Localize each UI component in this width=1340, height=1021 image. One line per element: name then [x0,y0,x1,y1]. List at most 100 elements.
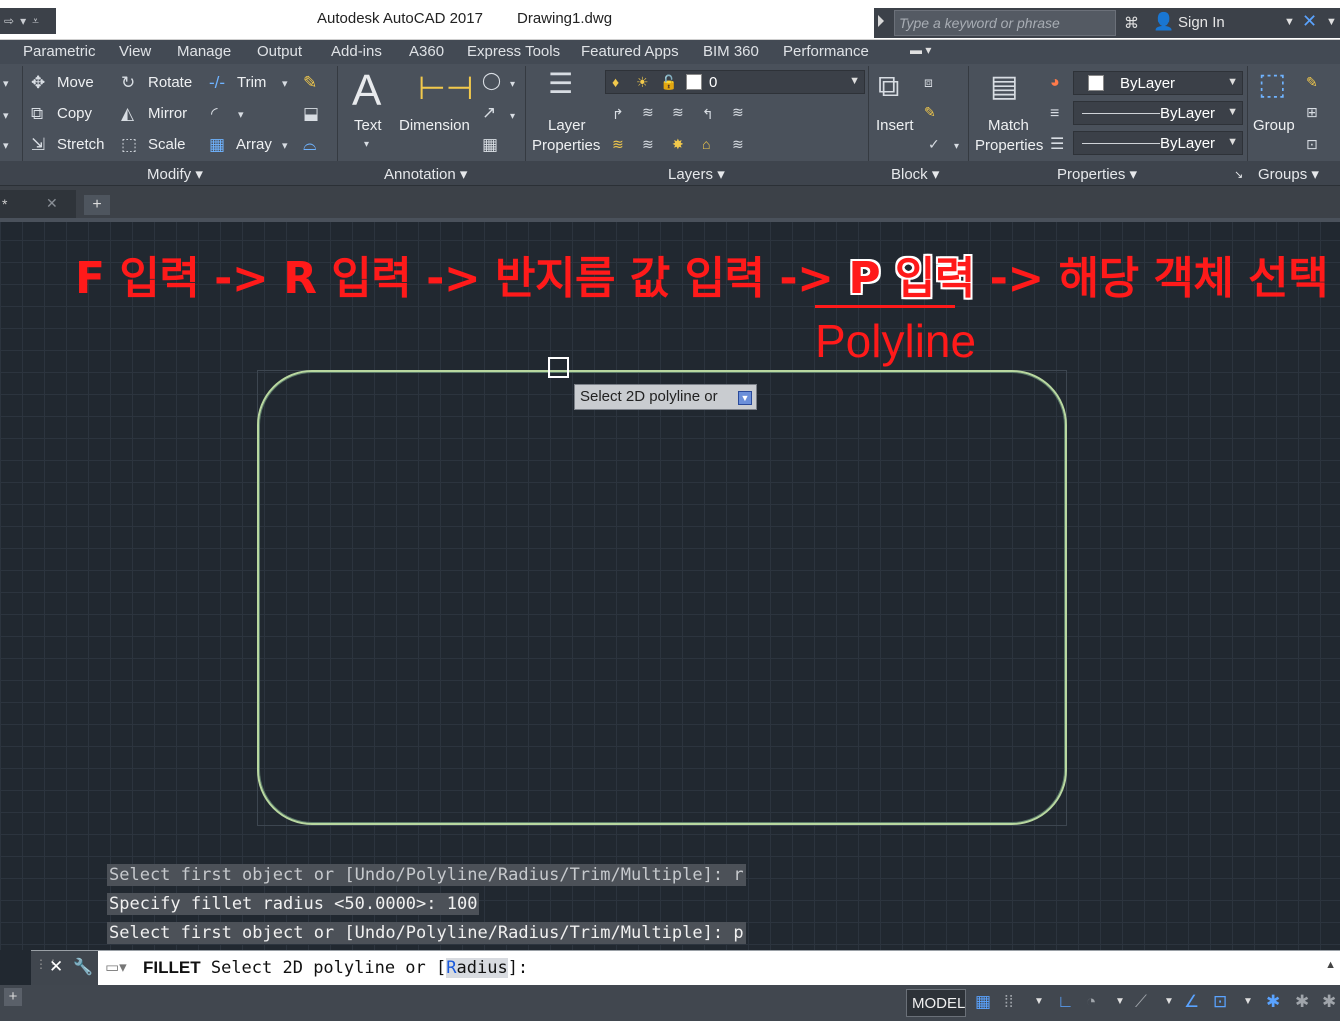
layer-properties-label-2[interactable]: Properties [532,137,600,154]
annotation-visibility-icon[interactable]: ✱ [1266,992,1280,1012]
ribbon-options-icon[interactable]: ▬ ▾ [910,43,931,57]
binoculars-icon[interactable]: ⌘ [1124,14,1139,32]
lightbulb-icon[interactable]: ♦ [612,74,619,91]
chevron-down-icon[interactable]: ▾ [510,76,515,93]
annotation-scale-icon[interactable]: ✱ [1322,992,1336,1012]
auto-scale-icon[interactable]: ✱ [1295,992,1309,1012]
grid-icon[interactable]: ▦ [975,992,991,1012]
command-prompt[interactable]: FILLET Select 2D polyline or [Radius]: [143,958,528,978]
tab-add-ins[interactable]: Add-ins [331,43,382,60]
dialog-launcher-icon[interactable]: ↘ [1234,168,1243,181]
tab-bim360[interactable]: BIM 360 [703,43,759,60]
scale-button[interactable]: Scale [148,136,186,153]
search-input[interactable]: Type a keyword or phrase [894,10,1116,36]
chevron-up-icon[interactable]: ▲ [1325,959,1336,971]
tab-a360[interactable]: A360 [409,43,444,60]
chevron-down-icon[interactable]: ▼ [1227,106,1238,118]
insert-block-icon[interactable]: ⧉ [878,72,899,102]
chevron-down-icon[interactable]: ▼ [1227,76,1238,88]
trim-icon[interactable]: -/- [209,74,225,91]
chevron-down-icon[interactable]: ▼ [1284,16,1295,28]
panel-title-modify[interactable]: Modify ▾ [147,165,203,183]
new-tab-button[interactable]: + [84,195,110,215]
chevron-down-icon[interactable]: ▾ [20,14,26,28]
tab-parametric[interactable]: Parametric [23,43,96,60]
text-button[interactable]: Text [354,117,382,134]
create-block-icon[interactable]: ⧈ [924,74,933,91]
layer-tool-icon[interactable]: ↱ [612,106,624,123]
file-tab-drawing1[interactable]: * ✕ [0,190,76,218]
layer-tool-icon[interactable]: ↰ [702,106,714,123]
collapse-search-icon[interactable] [878,15,884,27]
chevron-down-icon[interactable]: ▼ [1115,996,1125,1007]
copy-icon[interactable]: ⧉ [31,105,43,122]
chevron-down-icon[interactable]: ▼ [1243,996,1253,1007]
chevron-down-icon[interactable]: ▾ [510,108,515,125]
chevron-down-icon[interactable]: ▾ [282,138,288,155]
layer-tool-icon[interactable]: ✸ [672,136,684,153]
chevron-down-icon[interactable]: ▼ [1326,16,1337,28]
layer-properties-icon[interactable]: ☰ [548,70,573,98]
options-arrow-icon[interactable]: ▼ [738,391,752,405]
close-icon[interactable]: ✕ [49,957,63,977]
customize-qat-icon[interactable]: ⩡ [32,14,39,29]
chevron-down-icon[interactable]: ▾ [954,138,959,155]
group-button[interactable]: Group [1253,117,1295,134]
add-layout-icon[interactable]: + [4,988,22,1006]
ortho-icon[interactable]: ∟ [1057,992,1074,1012]
leader-icon[interactable]: ↗ [482,104,496,121]
panel-title-block[interactable]: Block ▾ [891,165,939,183]
wrench-icon[interactable]: 🔧 [73,957,93,977]
group-icon[interactable]: ⬚ [1258,70,1286,100]
quick-access-toolbar[interactable]: ⇨ ▾ ⩡ [0,8,56,34]
rotate-button[interactable]: Rotate [148,74,192,91]
mirror-button[interactable]: Mirror [148,105,187,122]
stretch-icon[interactable]: ⇲ [31,136,45,153]
tab-output[interactable]: Output [257,43,302,60]
object-snap-icon[interactable]: ⊡ [1213,992,1227,1012]
close-icon[interactable]: ✕ [46,195,58,212]
match-properties-label-2[interactable]: Properties [975,137,1043,154]
move-icon[interactable]: ✥ [31,74,45,91]
tab-featured-apps[interactable]: Featured Apps [581,43,679,60]
radius-option[interactable]: Radius [446,958,508,978]
erase-icon[interactable]: ✎ [303,74,317,91]
snap-icon[interactable]: ⁞⁞ [1004,992,1013,1012]
chevron-down-icon[interactable]: ▼ [1164,996,1174,1007]
trim-button[interactable]: Trim [237,74,266,91]
text-icon[interactable]: A [352,66,381,116]
scale-icon[interactable]: ⬚ [121,136,137,153]
chevron-down-icon[interactable]: ▾ [3,138,9,155]
stretch-button[interactable]: Stretch [57,136,105,153]
copy-button[interactable]: Copy [57,105,92,122]
panel-title-groups[interactable]: Groups ▾ [1258,165,1319,183]
command-line[interactable]: ⋮⋮ ✕ 🔧 ▭▾ FILLET Select 2D polyline or [… [31,950,1340,986]
fillet-icon[interactable]: ◜ [211,105,218,122]
chevron-down-icon[interactable]: ▾ [364,136,369,153]
user-icon[interactable]: 👤 [1153,12,1174,32]
attribute-icon[interactable]: ✓ [928,136,940,153]
layer-properties-label-1[interactable]: Layer [548,117,586,134]
panel-title-annotation[interactable]: Annotation ▾ [384,165,467,183]
model-space-button[interactable]: MODEL [906,989,966,1017]
dimension-button[interactable]: Dimension [399,117,470,134]
table-icon[interactable]: ▦ [482,136,498,153]
tab-performance[interactable]: Performance [783,43,869,60]
edit-block-icon[interactable]: ✎ [924,104,936,121]
sign-in-link[interactable]: Sign In [1178,14,1225,31]
panel-title-properties[interactable]: Properties ▾ [1057,165,1137,183]
chevron-down-icon[interactable]: ▾ [238,107,244,124]
unlock-icon[interactable]: 🔓 [660,74,677,91]
circle-icon[interactable]: ◯ [482,72,501,89]
chevron-down-icon[interactable]: ▾ [3,108,9,125]
layer-tool-icon[interactable]: ≋ [642,136,654,153]
rounded-rectangle-polyline[interactable] [257,370,1067,825]
layer-tool-icon[interactable]: ≋ [642,104,654,121]
sun-icon[interactable]: ☀ [636,74,649,91]
tab-manage[interactable]: Manage [177,43,231,60]
color-dropdown[interactable]: ByLayer ▼ [1073,71,1243,95]
match-properties-label-1[interactable]: Match [988,117,1029,134]
offset-icon[interactable]: ⌓ [303,136,316,153]
chevron-down-icon[interactable]: ▼ [849,75,860,87]
tab-express-tools[interactable]: Express Tools [467,43,560,60]
